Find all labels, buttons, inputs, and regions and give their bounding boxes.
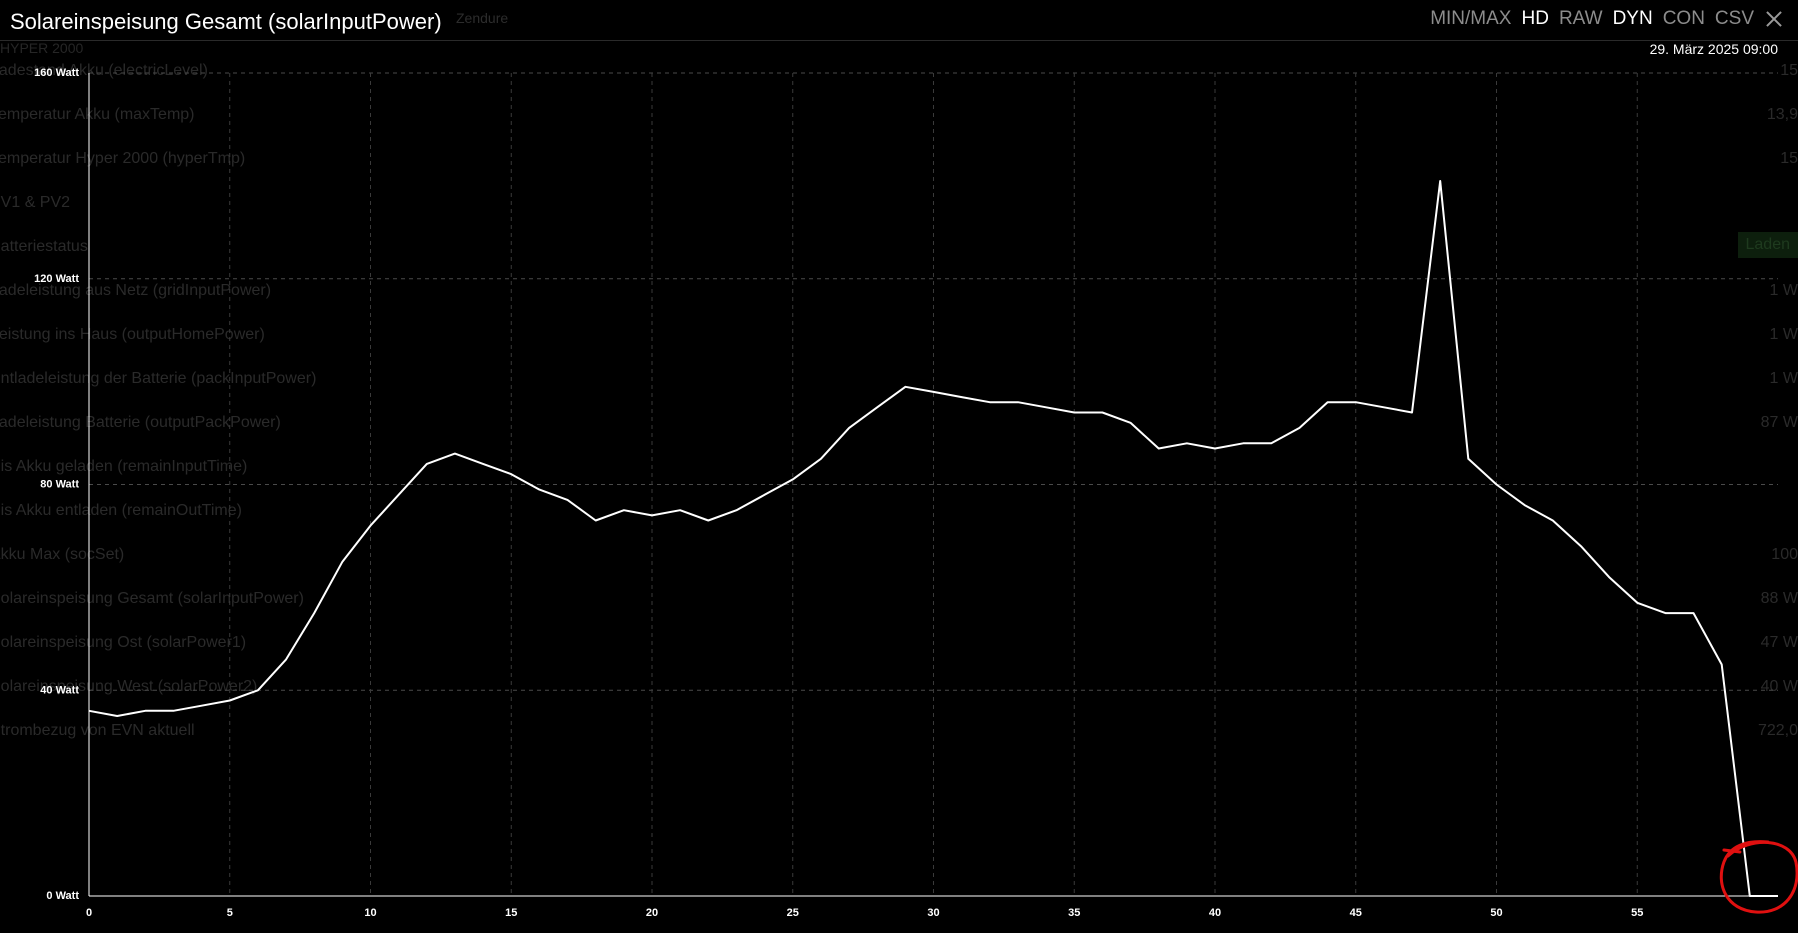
x-tick-label: 0 — [86, 907, 92, 919]
data-point — [229, 700, 231, 702]
x-tick-label: 10 — [364, 907, 376, 919]
x-tick-label: 30 — [927, 907, 939, 919]
x-tick-label: 40 — [1209, 907, 1221, 919]
data-point — [1608, 576, 1610, 578]
y-tick-label: 80 Watt — [40, 479, 79, 491]
data-point — [1130, 422, 1132, 424]
data-point — [1467, 458, 1469, 460]
x-tick-label: 50 — [1490, 907, 1502, 919]
data-point — [172, 710, 174, 712]
data-point — [341, 561, 343, 563]
chart-window: Zendure HYPER 2000 Ladestand Akku (elect… — [0, 0, 1798, 933]
data-point — [989, 401, 991, 403]
data-point — [961, 396, 963, 398]
data-point — [1158, 447, 1160, 449]
data-point — [567, 499, 569, 501]
data-point — [707, 520, 709, 522]
data-point — [398, 494, 400, 496]
data-point — [1214, 447, 1216, 449]
y-tick-label: 120 Watt — [34, 273, 79, 285]
data-point — [764, 494, 766, 496]
data-point — [1186, 442, 1188, 444]
data-point — [1017, 401, 1019, 403]
x-tick-label: 45 — [1350, 907, 1362, 919]
y-tick-label: 0 Watt — [46, 890, 79, 902]
x-tick-label: 35 — [1068, 907, 1080, 919]
data-point — [595, 520, 597, 522]
data-point — [1552, 520, 1554, 522]
data-point — [88, 710, 90, 712]
data-point — [1270, 442, 1272, 444]
data-point — [1749, 895, 1751, 897]
data-point — [1355, 401, 1357, 403]
axis-layer: 0 Watt 40 Watt 80 Watt 120 Watt 160 Watt 0 5 10… — [34, 67, 1778, 919]
data-point — [1439, 180, 1441, 182]
x-tick-label: 20 — [646, 907, 658, 919]
data-point — [876, 406, 878, 408]
data-point — [1327, 401, 1329, 403]
data-point — [257, 689, 259, 691]
data-point — [1411, 411, 1413, 413]
data-point — [1636, 602, 1638, 604]
data-point — [1045, 406, 1047, 408]
x-tick-label: 25 — [787, 907, 799, 919]
data-point — [820, 458, 822, 460]
data-point — [144, 710, 146, 712]
data-point — [1298, 427, 1300, 429]
data-point — [792, 478, 794, 480]
data-point — [623, 509, 625, 511]
data-point — [426, 463, 428, 465]
data-point — [1721, 664, 1723, 666]
red-circle-annotation — [1719, 840, 1798, 914]
data-point — [679, 509, 681, 511]
data-point — [1580, 545, 1582, 547]
data-point — [848, 427, 850, 429]
data-point — [1383, 406, 1385, 408]
data-point — [313, 612, 315, 614]
data-point — [1073, 411, 1075, 413]
data-point — [1777, 895, 1779, 897]
data-point — [904, 386, 906, 388]
x-tick-label: 15 — [505, 907, 517, 919]
data-point — [201, 705, 203, 707]
x-tick-label: 55 — [1631, 907, 1643, 919]
data-point — [1496, 484, 1498, 486]
data-point — [454, 453, 456, 455]
data-point — [482, 463, 484, 465]
line-chart: 0 Watt 40 Watt 80 Watt 120 Watt 160 Watt 0 5 10… — [34, 67, 1798, 919]
data-point — [370, 525, 372, 527]
annotation-layer — [1719, 840, 1798, 914]
data-point — [538, 489, 540, 491]
data-point — [1524, 504, 1526, 506]
x-tick-label: 5 — [227, 907, 233, 919]
data-point — [1242, 442, 1244, 444]
data-point — [1664, 612, 1666, 614]
grid-layer — [89, 72, 1778, 896]
y-tick-label: 160 Watt — [34, 67, 79, 79]
data-point — [1101, 411, 1103, 413]
y-tick-label: 40 Watt — [40, 684, 79, 696]
data-point — [651, 514, 653, 516]
data-point — [1693, 612, 1695, 614]
data-point — [735, 509, 737, 511]
data-point — [510, 473, 512, 475]
data-point — [285, 658, 287, 660]
data-point — [933, 391, 935, 393]
data-point — [116, 715, 118, 717]
